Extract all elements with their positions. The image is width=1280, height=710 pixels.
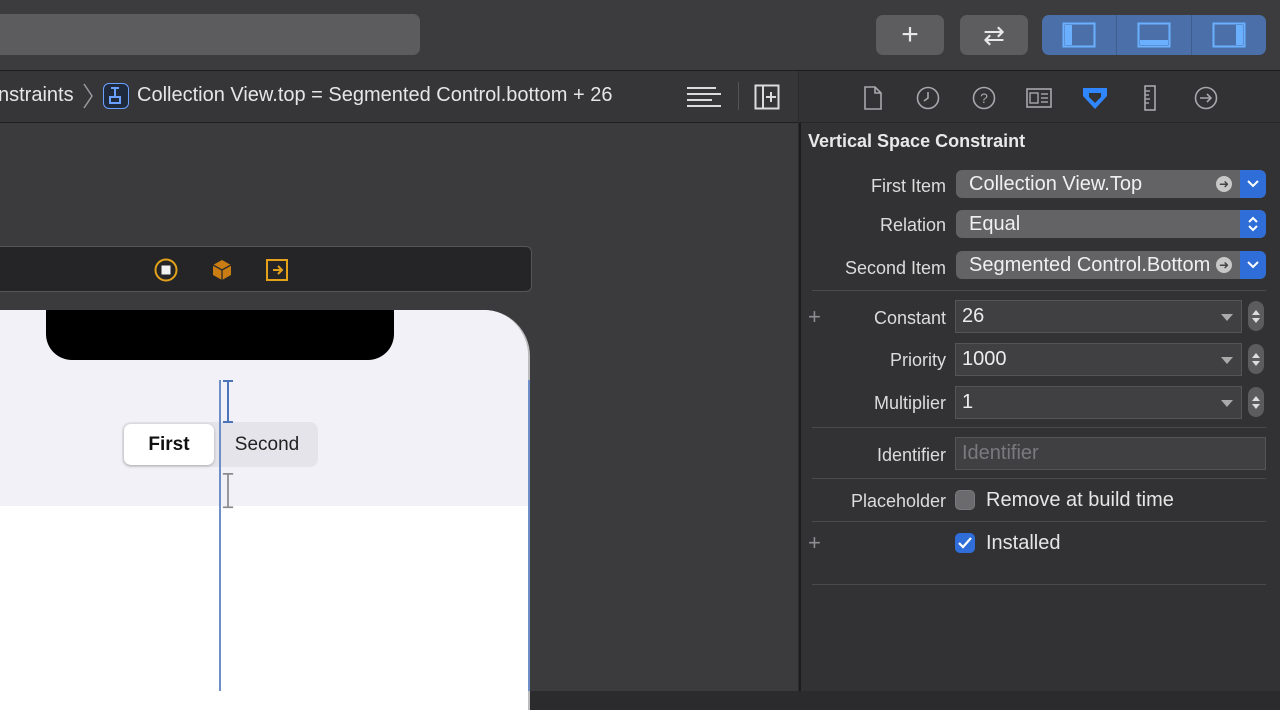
multiplier-stepper[interactable]	[1248, 387, 1264, 417]
constraint-icon	[103, 83, 129, 109]
chevron-down-icon[interactable]	[1240, 170, 1266, 198]
device-frame: First Second	[0, 310, 530, 710]
relation-popup[interactable]: Equal	[956, 210, 1266, 238]
ruler-icon	[1144, 85, 1156, 111]
constant-value: 26	[962, 305, 985, 327]
file-icon	[864, 86, 882, 110]
section-divider	[812, 290, 1266, 291]
multiplier-label: Multiplier	[873, 393, 946, 413]
code-review-button[interactable]: ⇄	[960, 15, 1028, 55]
identifier-field[interactable]: Identifier	[955, 437, 1266, 470]
placeholder-label: Placeholder	[850, 491, 946, 511]
identity-inspector-tab[interactable]	[1025, 84, 1053, 112]
activity-view[interactable]	[0, 14, 420, 55]
remove-at-build-time-label[interactable]: Remove at build time	[986, 489, 1174, 512]
add-editor-icon[interactable]	[754, 84, 780, 110]
constraint-ibar-bottom[interactable]	[222, 470, 234, 512]
second-item-popup[interactable]: Segmented Control.Bottom ➜	[956, 251, 1266, 279]
alignment-guide-line	[219, 380, 221, 691]
priority-value: 1000	[962, 348, 1007, 370]
installed-label[interactable]: Installed	[986, 532, 1061, 555]
safe-area-guide-line	[528, 380, 530, 691]
breadcrumb-current-constraint[interactable]: Collection View.top = Segmented Control.…	[137, 84, 612, 107]
attributes-icon	[1083, 88, 1107, 109]
segment-first[interactable]: First	[124, 424, 214, 465]
document-items-icon[interactable]	[686, 86, 722, 110]
add-installed-variation-button[interactable]: +	[808, 530, 821, 556]
help-icon: ?	[972, 86, 996, 110]
breadcrumb-chevron-icon	[83, 83, 93, 109]
section-divider	[812, 584, 1266, 585]
dropdown-caret-icon[interactable]	[1221, 400, 1233, 407]
second-item-label: Second Item	[844, 258, 946, 278]
toggle-navigator-button[interactable]	[1042, 15, 1116, 55]
inspector-panel	[799, 71, 1280, 691]
section-divider	[812, 521, 1266, 522]
toggle-inspector-button[interactable]	[1191, 15, 1266, 55]
bottom-panel-icon	[1137, 22, 1171, 48]
first-item-label: First Item	[871, 176, 946, 196]
constant-label: Constant	[873, 308, 946, 328]
left-panel-icon	[1062, 22, 1096, 48]
multiplier-value: 1	[962, 391, 974, 413]
constant-field[interactable]: 26	[955, 300, 1242, 333]
relation-label: Relation	[879, 215, 946, 235]
swap-arrows-icon: ⇄	[983, 20, 1005, 50]
dropdown-caret-icon[interactable]	[1221, 357, 1233, 364]
priority-stepper[interactable]	[1248, 344, 1264, 374]
multiplier-field[interactable]: 1	[955, 386, 1242, 419]
library-button[interactable]: +	[876, 15, 944, 55]
right-panel-icon	[1212, 22, 1246, 48]
first-responder-icon[interactable]	[210, 258, 234, 282]
panel-toggle-group	[1042, 15, 1266, 55]
section-divider	[812, 478, 1266, 479]
id-card-icon	[1026, 88, 1052, 108]
second-item-value: Segmented Control.Bottom	[969, 254, 1211, 276]
toggle-debug-area-button[interactable]	[1116, 15, 1191, 55]
section-divider	[812, 427, 1266, 428]
device-notch	[46, 310, 394, 360]
history-inspector-tab[interactable]	[914, 84, 942, 112]
file-inspector-tab[interactable]	[859, 84, 887, 112]
relation-value: Equal	[969, 213, 1021, 235]
remove-at-build-time-checkbox[interactable]	[955, 490, 975, 510]
dropdown-caret-icon[interactable]	[1221, 314, 1233, 321]
plus-icon: +	[901, 18, 919, 51]
exit-icon[interactable]	[265, 258, 289, 282]
goto-arrow-icon[interactable]: ➜	[1216, 257, 1232, 273]
priority-field[interactable]: 1000	[955, 343, 1242, 376]
first-item-value: Collection View.Top	[969, 173, 1143, 195]
scene-dock	[0, 246, 532, 292]
breadcrumb-constraints[interactable]: nstraints	[0, 84, 74, 107]
help-inspector-tab[interactable]: ?	[970, 84, 998, 112]
svg-text:?: ?	[980, 90, 988, 106]
chevron-down-icon[interactable]	[1240, 251, 1266, 279]
clock-icon	[916, 86, 940, 110]
connections-inspector-tab[interactable]	[1192, 84, 1220, 112]
goto-arrow-icon[interactable]: ➜	[1216, 176, 1232, 192]
size-inspector-tab[interactable]	[1136, 84, 1164, 112]
segment-second[interactable]: Second	[218, 424, 316, 465]
jumpbar-divider	[738, 82, 739, 110]
arrow-circle-icon	[1194, 86, 1218, 110]
identifier-label: Identifier	[876, 445, 946, 465]
up-down-chevron-icon[interactable]	[1240, 210, 1266, 238]
attributes-inspector-tab[interactable]	[1081, 84, 1109, 112]
priority-label: Priority	[889, 350, 946, 370]
inspector-section-title: Vertical Space Constraint	[808, 131, 1026, 151]
constant-stepper[interactable]	[1248, 301, 1264, 331]
first-item-popup[interactable]: Collection View.Top ➜	[956, 170, 1266, 198]
view-controller-icon[interactable]	[154, 258, 178, 282]
checkmark-icon	[958, 537, 972, 549]
installed-checkbox[interactable]	[955, 533, 975, 553]
constraint-ibar-top[interactable]	[222, 380, 234, 424]
